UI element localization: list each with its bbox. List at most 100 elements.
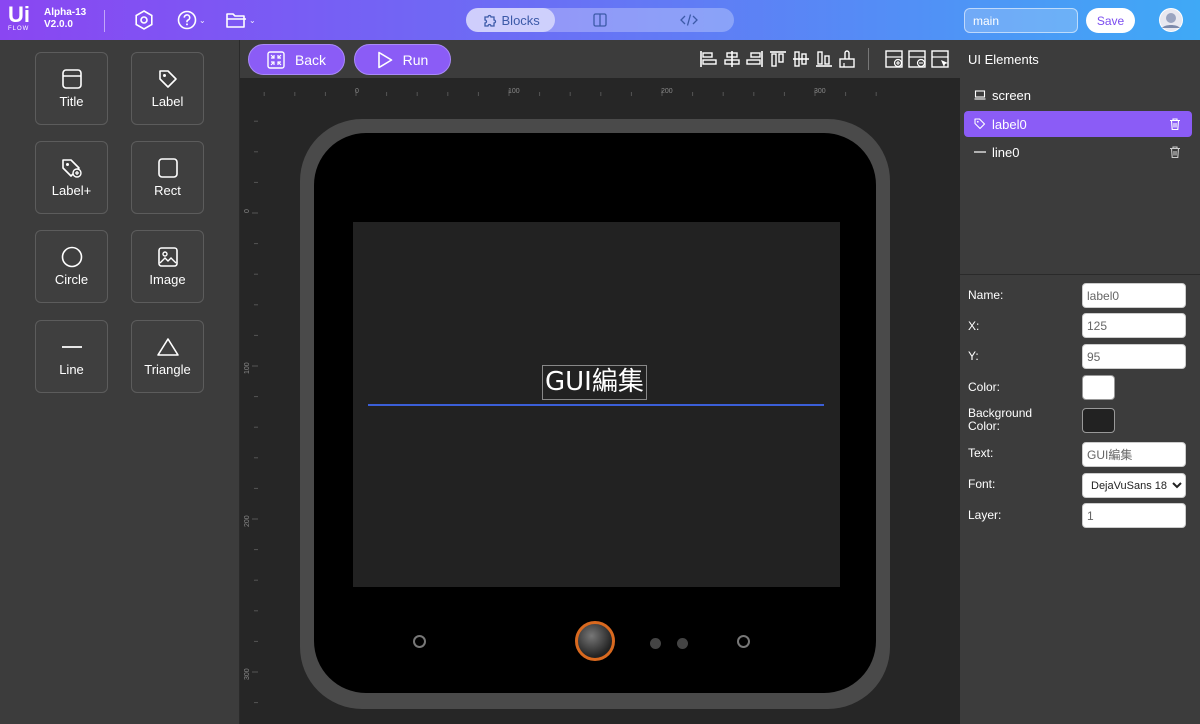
prop-text-label: Text:: [968, 446, 994, 460]
prop-color-label: Color:: [968, 380, 1001, 394]
palette-item-label: Title: [59, 94, 84, 109]
palette-line[interactable]: Line: [35, 320, 108, 393]
add-element-icon[interactable]: [884, 49, 904, 69]
align-top-icon[interactable]: [768, 49, 788, 69]
mode-code[interactable]: [645, 8, 734, 32]
component-palette: Title Label Label+ Rect Circle Image Lin…: [0, 40, 240, 724]
element-item-screen[interactable]: screen: [964, 82, 1192, 108]
label0-element[interactable]: GUI編集: [542, 365, 647, 400]
prop-bg-swatch[interactable]: [1082, 408, 1115, 433]
title-icon: [61, 69, 82, 89]
palette-item-label: Rect: [154, 183, 181, 198]
brush-icon[interactable]: [837, 49, 857, 69]
save-button[interactable]: Save: [1086, 8, 1135, 33]
element-item-label: screen: [992, 87, 1032, 103]
prop-y-input[interactable]: [1082, 344, 1186, 369]
palette-rect[interactable]: Rect: [131, 141, 204, 214]
back-label: Back: [294, 51, 327, 68]
mode-blocks[interactable]: Blocks: [466, 8, 556, 32]
label-tag-icon: [974, 118, 986, 130]
prop-x-input[interactable]: [1082, 313, 1186, 338]
puzzle-icon: [483, 14, 496, 27]
label-tag-icon: [158, 70, 177, 88]
filename-input[interactable]: [964, 8, 1078, 33]
back-button[interactable]: Back: [248, 44, 345, 75]
palette-item-label: Line: [59, 362, 84, 377]
align-center-v-icon[interactable]: [791, 49, 811, 69]
palette-title[interactable]: Title: [35, 52, 108, 125]
play-icon: [377, 51, 392, 68]
device-frame: GUI編集: [300, 119, 890, 709]
palette-image[interactable]: Image: [131, 230, 204, 303]
prop-layer-label: Layer:: [968, 508, 1002, 522]
logo-text: Ui: [8, 2, 30, 27]
folder-icon: [226, 13, 246, 28]
device-led-right: [737, 635, 750, 648]
code-icon: [680, 14, 699, 26]
palette-label[interactable]: Label: [131, 52, 204, 125]
split-view-icon: [593, 13, 607, 27]
logo-subtext: FLOW: [8, 26, 30, 32]
ruler-label: 200: [244, 515, 251, 527]
avatar[interactable]: [1159, 8, 1183, 32]
device-screen[interactable]: GUI編集: [353, 222, 840, 587]
device-sensor-dot: [677, 638, 688, 649]
mode-split[interactable]: [555, 8, 644, 32]
align-right-icon[interactable]: [745, 49, 765, 69]
ruler-label: 0: [355, 88, 359, 95]
rect-icon: [157, 158, 178, 178]
palette-item-label: Image: [149, 272, 186, 287]
shrink-icon: [267, 50, 285, 69]
version-number: V2.0.0: [44, 19, 73, 30]
ruler-label: 300: [814, 88, 826, 95]
settings-icon[interactable]: [134, 9, 154, 31]
element-item-label: label0: [992, 116, 1027, 132]
line-icon: [61, 346, 82, 348]
element-item-label0[interactable]: label0: [964, 111, 1192, 137]
help-menu[interactable]: ⌄: [177, 9, 206, 31]
palette-item-label: Label: [151, 94, 184, 109]
align-center-h-icon[interactable]: [722, 49, 742, 69]
ruler-label: 0: [244, 209, 251, 213]
chevron-down-icon: ⌄: [199, 15, 206, 25]
prop-name-input[interactable]: [1082, 283, 1186, 308]
element-item-label: line0: [992, 144, 1020, 160]
prop-bg-label-line: Color:: [968, 419, 1001, 433]
line0-element[interactable]: [368, 404, 824, 406]
palette-triangle[interactable]: Triangle: [131, 320, 204, 393]
folder-menu[interactable]: ⌄: [225, 9, 256, 31]
trash-icon[interactable]: [1168, 145, 1182, 159]
align-left-icon[interactable]: [698, 49, 718, 69]
element-item-line0[interactable]: line0: [964, 139, 1192, 165]
label-plus-icon: [61, 159, 82, 178]
prop-x-label: X:: [968, 319, 980, 333]
ruler-label: 100: [508, 88, 520, 95]
prop-text-input[interactable]: [1082, 442, 1186, 467]
palette-label-plus[interactable]: Label+: [35, 141, 108, 214]
toolbar-divider: [868, 48, 869, 70]
canvas-toolbar: Back Run: [240, 40, 960, 78]
version-info: Alpha-13 V2.0.0: [44, 7, 86, 31]
trash-icon[interactable]: [1168, 117, 1182, 131]
image-icon: [157, 247, 178, 267]
editor-mode-switch: Blocks: [466, 8, 734, 32]
select-element-icon[interactable]: [930, 49, 950, 69]
ui-elements-panel: UI Elements screen label0 line0: [960, 40, 1200, 274]
top-bar: Ui FLOW Alpha-13 V2.0.0 ⌄ ⌄ Blocks Save: [0, 0, 1200, 40]
ruler-vertical: 0 100 200 300: [240, 96, 258, 724]
prop-bg-label-line: Background: [968, 406, 1033, 420]
align-bottom-icon[interactable]: [814, 49, 834, 69]
ruler-label: 100: [244, 362, 251, 374]
prop-color-swatch[interactable]: [1082, 375, 1115, 400]
prop-font-select[interactable]: DejaVuSans 18: [1082, 473, 1186, 498]
uiflow-logo: Ui FLOW: [8, 2, 38, 35]
ruler-label: 300: [244, 668, 251, 680]
help-icon: [177, 10, 197, 30]
palette-circle[interactable]: Circle: [35, 230, 108, 303]
device-sensor-dot: [650, 638, 661, 649]
run-button[interactable]: Run: [354, 44, 451, 75]
remove-element-icon[interactable]: [907, 49, 927, 69]
chevron-down-icon: ⌄: [249, 15, 256, 25]
prop-layer-input[interactable]: [1082, 503, 1186, 528]
line-icon: [974, 151, 986, 153]
